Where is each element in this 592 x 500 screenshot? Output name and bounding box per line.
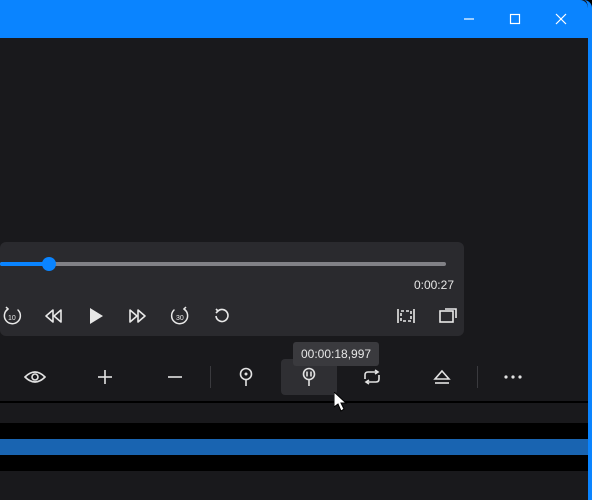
fullscreen-button[interactable] (436, 304, 460, 328)
seek-slider[interactable] (0, 256, 446, 272)
timeline-track-gap (0, 455, 588, 471)
timecode-tooltip: 00:00:18,997 (293, 342, 379, 366)
close-button[interactable] (538, 0, 584, 38)
fit-screen-button[interactable] (394, 304, 418, 328)
replay-button[interactable] (210, 304, 234, 328)
titlebar (0, 0, 588, 38)
timeline[interactable] (0, 401, 588, 500)
duration-label: 0:00:27 (414, 278, 454, 292)
svg-text:10: 10 (8, 315, 16, 322)
remove-button[interactable] (140, 359, 210, 395)
skip-forward-30-button[interactable]: 30 (168, 304, 192, 328)
seek-track (0, 262, 446, 266)
timeline-track (0, 471, 588, 500)
transport-bar: 10 30 (0, 304, 464, 328)
timeline-ruler (0, 403, 588, 423)
seek-fill (0, 262, 48, 266)
add-button[interactable] (70, 359, 140, 395)
eject-button[interactable] (407, 359, 477, 395)
maximize-button[interactable] (492, 0, 538, 38)
timeline-track-gap (0, 423, 588, 439)
player-controls-panel: 0:00:27 10 (0, 242, 464, 336)
seek-thumb[interactable] (42, 257, 56, 271)
video-preview (0, 38, 588, 242)
set-in-marker-button[interactable] (211, 359, 281, 395)
play-button[interactable] (84, 304, 108, 328)
svg-text:30: 30 (176, 315, 184, 322)
rewind-button[interactable] (42, 304, 66, 328)
skip-back-10-button[interactable]: 10 (0, 304, 24, 328)
fast-forward-button[interactable] (126, 304, 150, 328)
timeline-clip[interactable] (0, 439, 588, 455)
app-window: 0:00:27 10 (0, 0, 592, 500)
more-button[interactable] (478, 359, 548, 395)
minimize-button[interactable] (446, 0, 492, 38)
visibility-toggle-button[interactable] (0, 359, 70, 395)
